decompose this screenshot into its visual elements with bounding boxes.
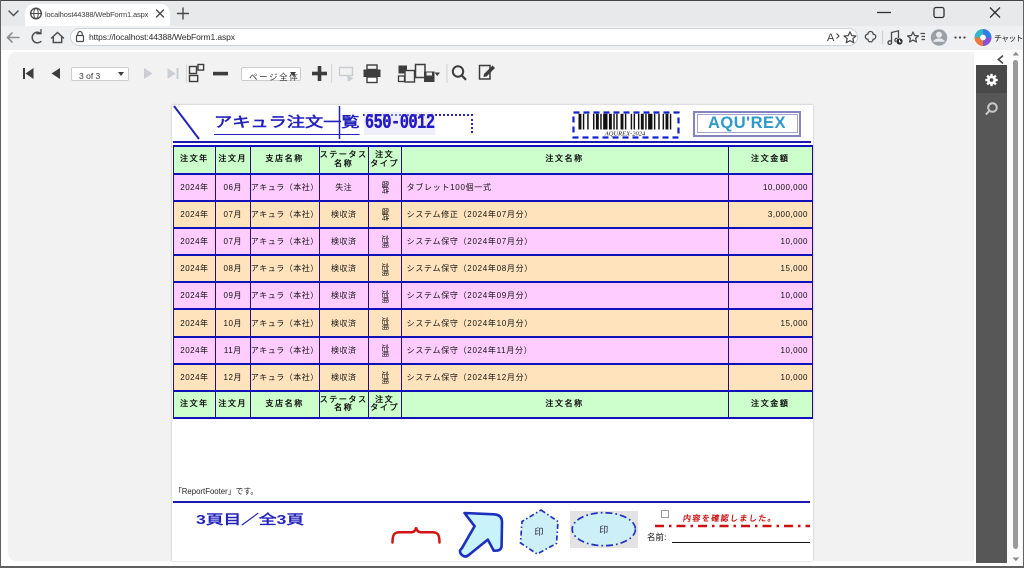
svg-text:印: 印 (534, 526, 543, 537)
svg-text:AQUREX-2024: AQUREX-2024 (604, 130, 646, 137)
svg-text:印: 印 (599, 524, 608, 535)
svg-text:A: A (827, 32, 835, 44)
